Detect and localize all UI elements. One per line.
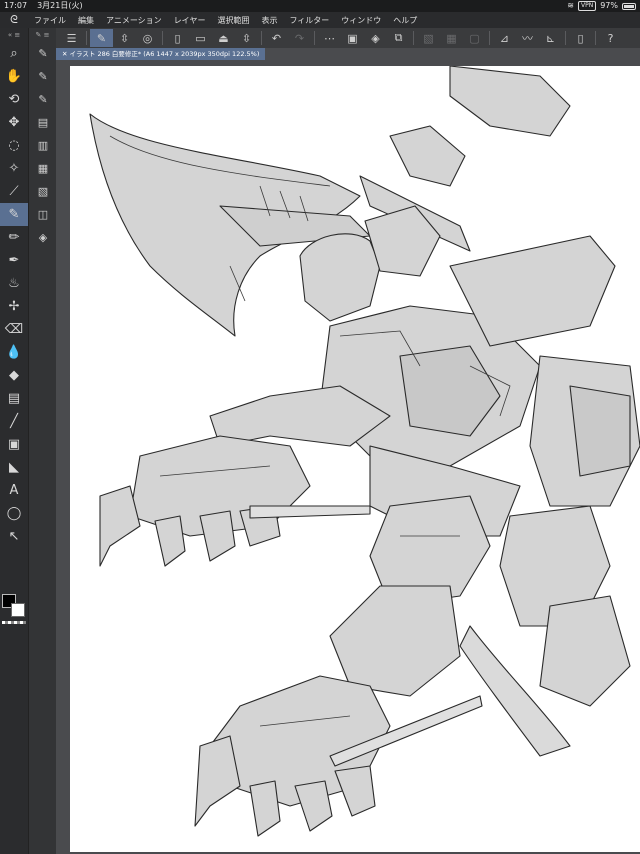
- toolbar-separator: [314, 31, 315, 45]
- rotate-tool-icon[interactable]: ⟲: [0, 88, 28, 111]
- sub-layers-icon[interactable]: ◈: [29, 226, 57, 249]
- text-tool-icon[interactable]: A: [0, 479, 28, 502]
- undo-icon[interactable]: ↶: [265, 29, 288, 47]
- toolbar-separator: [413, 31, 414, 45]
- canvas-area[interactable]: [56, 60, 640, 854]
- view-icon[interactable]: ◎: [136, 29, 159, 47]
- save-icon[interactable]: ⏏: [212, 29, 235, 47]
- wifi-icon: ≋: [567, 1, 574, 10]
- fill-tool-icon[interactable]: ◆: [0, 364, 28, 387]
- decoration-icon[interactable]: ✢: [0, 295, 28, 318]
- battery-icon: [622, 2, 636, 10]
- fill-icon[interactable]: ◈: [364, 29, 387, 47]
- device-icon[interactable]: ▯: [569, 29, 592, 47]
- ruler-icon[interactable]: ⊿: [493, 29, 516, 47]
- line-tool-icon[interactable]: ╱: [0, 410, 28, 433]
- airbrush-icon[interactable]: ♨: [0, 272, 28, 295]
- menu-item-1[interactable]: 編集: [72, 15, 100, 26]
- brush-tool-icon[interactable]: ✒: [0, 249, 28, 272]
- pencil-tool-icon[interactable]: ✏: [0, 226, 28, 249]
- sub-pen-3-icon[interactable]: ✎: [29, 88, 57, 111]
- select-icon[interactable]: ▢: [463, 29, 486, 47]
- hand-tool-icon[interactable]: ✋: [0, 65, 28, 88]
- command-bar: ☰ ✎ ⇳ ◎ ▯ ▭ ⏏ ⇳ ↶ ↷ ⋯ ▣ ◈ ⧉ ▧ ▦ ▢ ⊿ 〰 ⊾ ▯?: [56, 28, 640, 48]
- toolbar-separator: [595, 31, 596, 45]
- transparent-color-swatch[interactable]: [2, 621, 26, 624]
- magic-wand-icon[interactable]: ✧: [0, 157, 28, 180]
- toolbar-separator: [489, 31, 490, 45]
- status-date: 3月21日(火): [37, 1, 83, 10]
- chevron-updown-icon[interactable]: ⇳: [113, 29, 136, 47]
- sub-layer-2-icon[interactable]: ▥: [29, 134, 57, 157]
- toolbar-separator: [162, 31, 163, 45]
- subtool-collapse-icon[interactable]: ✎ ≡: [29, 28, 56, 42]
- deselect-icon[interactable]: ⋯: [318, 29, 341, 47]
- brush-stroke-icon[interactable]: 〰: [516, 29, 539, 47]
- menu-item-7[interactable]: ウィンドウ: [335, 15, 387, 26]
- transform-icon[interactable]: ⧉: [387, 29, 410, 47]
- blend-icon[interactable]: 💧: [0, 341, 28, 364]
- open-folder-icon[interactable]: ▭: [189, 29, 212, 47]
- vpn-badge: VPN: [578, 1, 597, 11]
- toolbar-separator: [86, 31, 87, 45]
- toolbar-separator: [565, 31, 566, 45]
- menu-item-4[interactable]: 選択範囲: [211, 15, 255, 26]
- help-icon[interactable]: ?: [599, 29, 622, 47]
- menu-item-0[interactable]: ファイル: [28, 15, 72, 26]
- menu-item-3[interactable]: レイヤー: [168, 15, 212, 26]
- eraser-icon[interactable]: ⌫: [0, 318, 28, 341]
- gradient-icon[interactable]: ▤: [0, 387, 28, 410]
- menu-bar: ᘓ ファイル 編集 アニメーション レイヤー 選択範囲 表示 フィルター ウィンドウ ヘルプ: [0, 12, 640, 28]
- menu-item-6[interactable]: フィルター: [283, 15, 335, 26]
- clear-icon[interactable]: ▧: [417, 29, 440, 47]
- frame-icon[interactable]: ▣: [0, 433, 28, 456]
- menu-item-2[interactable]: アニメーション: [100, 15, 168, 26]
- sub-panel-icon[interactable]: ▦: [29, 157, 57, 180]
- battery-percent: 97%: [600, 1, 618, 10]
- ios-status-bar: 17:07 3月21日(火) ≋ VPN 97%: [0, 0, 640, 12]
- menu-icon[interactable]: ☰: [60, 29, 83, 47]
- pen-tool-icon[interactable]: ✎: [0, 203, 28, 226]
- document-tab-bar: ✕ イラスト 286 白要修正* (A6 1447 x 2039px 350dp…: [56, 48, 640, 60]
- eyedropper-icon[interactable]: ⟋: [0, 180, 28, 203]
- sub-stack-icon[interactable]: ◫: [29, 203, 57, 226]
- lasso-tool-icon[interactable]: ◌: [0, 134, 28, 157]
- line-ruler-icon[interactable]: ⊾: [539, 29, 562, 47]
- app-logo-icon[interactable]: ᘓ: [0, 13, 28, 27]
- sub-pen-1-icon[interactable]: ✎: [29, 42, 57, 65]
- pen-mode-icon[interactable]: ✎: [90, 29, 113, 47]
- sub-pen-2-icon[interactable]: ✎: [29, 65, 57, 88]
- menu-item-8[interactable]: ヘルプ: [387, 15, 423, 26]
- status-time: 17:07: [4, 1, 28, 10]
- redo-icon[interactable]: ↷: [288, 29, 311, 47]
- balloon-icon[interactable]: ◯: [0, 502, 28, 525]
- menu-item-5[interactable]: 表示: [255, 15, 283, 26]
- color-swatches: [2, 594, 26, 624]
- sub-layer-icon[interactable]: ▤: [29, 111, 57, 134]
- subtool-palette: ✎ ≡ ✎ ✎ ✎ ▤ ▥ ▦ ▧ ◫ ◈: [28, 28, 56, 854]
- collapse-handle-icon[interactable]: « ≡: [0, 28, 28, 42]
- crop-icon[interactable]: ▦: [440, 29, 463, 47]
- toolbar-separator: [261, 31, 262, 45]
- chevron-icon[interactable]: ⇳: [235, 29, 258, 47]
- new-file-icon[interactable]: ▯: [166, 29, 189, 47]
- correct-line-icon[interactable]: ↖: [0, 525, 28, 548]
- sub-color-swatch[interactable]: [11, 603, 25, 617]
- zoom-tool-icon[interactable]: ⌕: [0, 42, 28, 65]
- lineart-illustration: [89, 66, 640, 837]
- move-tool-icon[interactable]: ✥: [0, 111, 28, 134]
- sub-panel-2-icon[interactable]: ▧: [29, 180, 57, 203]
- document-tab[interactable]: ✕ イラスト 286 白要修正* (A6 1447 x 2039px 350dp…: [56, 48, 266, 60]
- invert-selection-icon[interactable]: ▣: [341, 29, 364, 47]
- figure-icon[interactable]: ◣: [0, 456, 28, 479]
- tool-palette: « ≡ ⌕ ✋ ⟲ ✥ ◌ ✧ ⟋ ✎ ✏ ✒ ♨ ✢ ⌫ 💧 ◆ ▤ ╱ ▣ ◣ A ◯ ↖: [0, 28, 28, 854]
- canvas-paper[interactable]: [70, 66, 640, 852]
